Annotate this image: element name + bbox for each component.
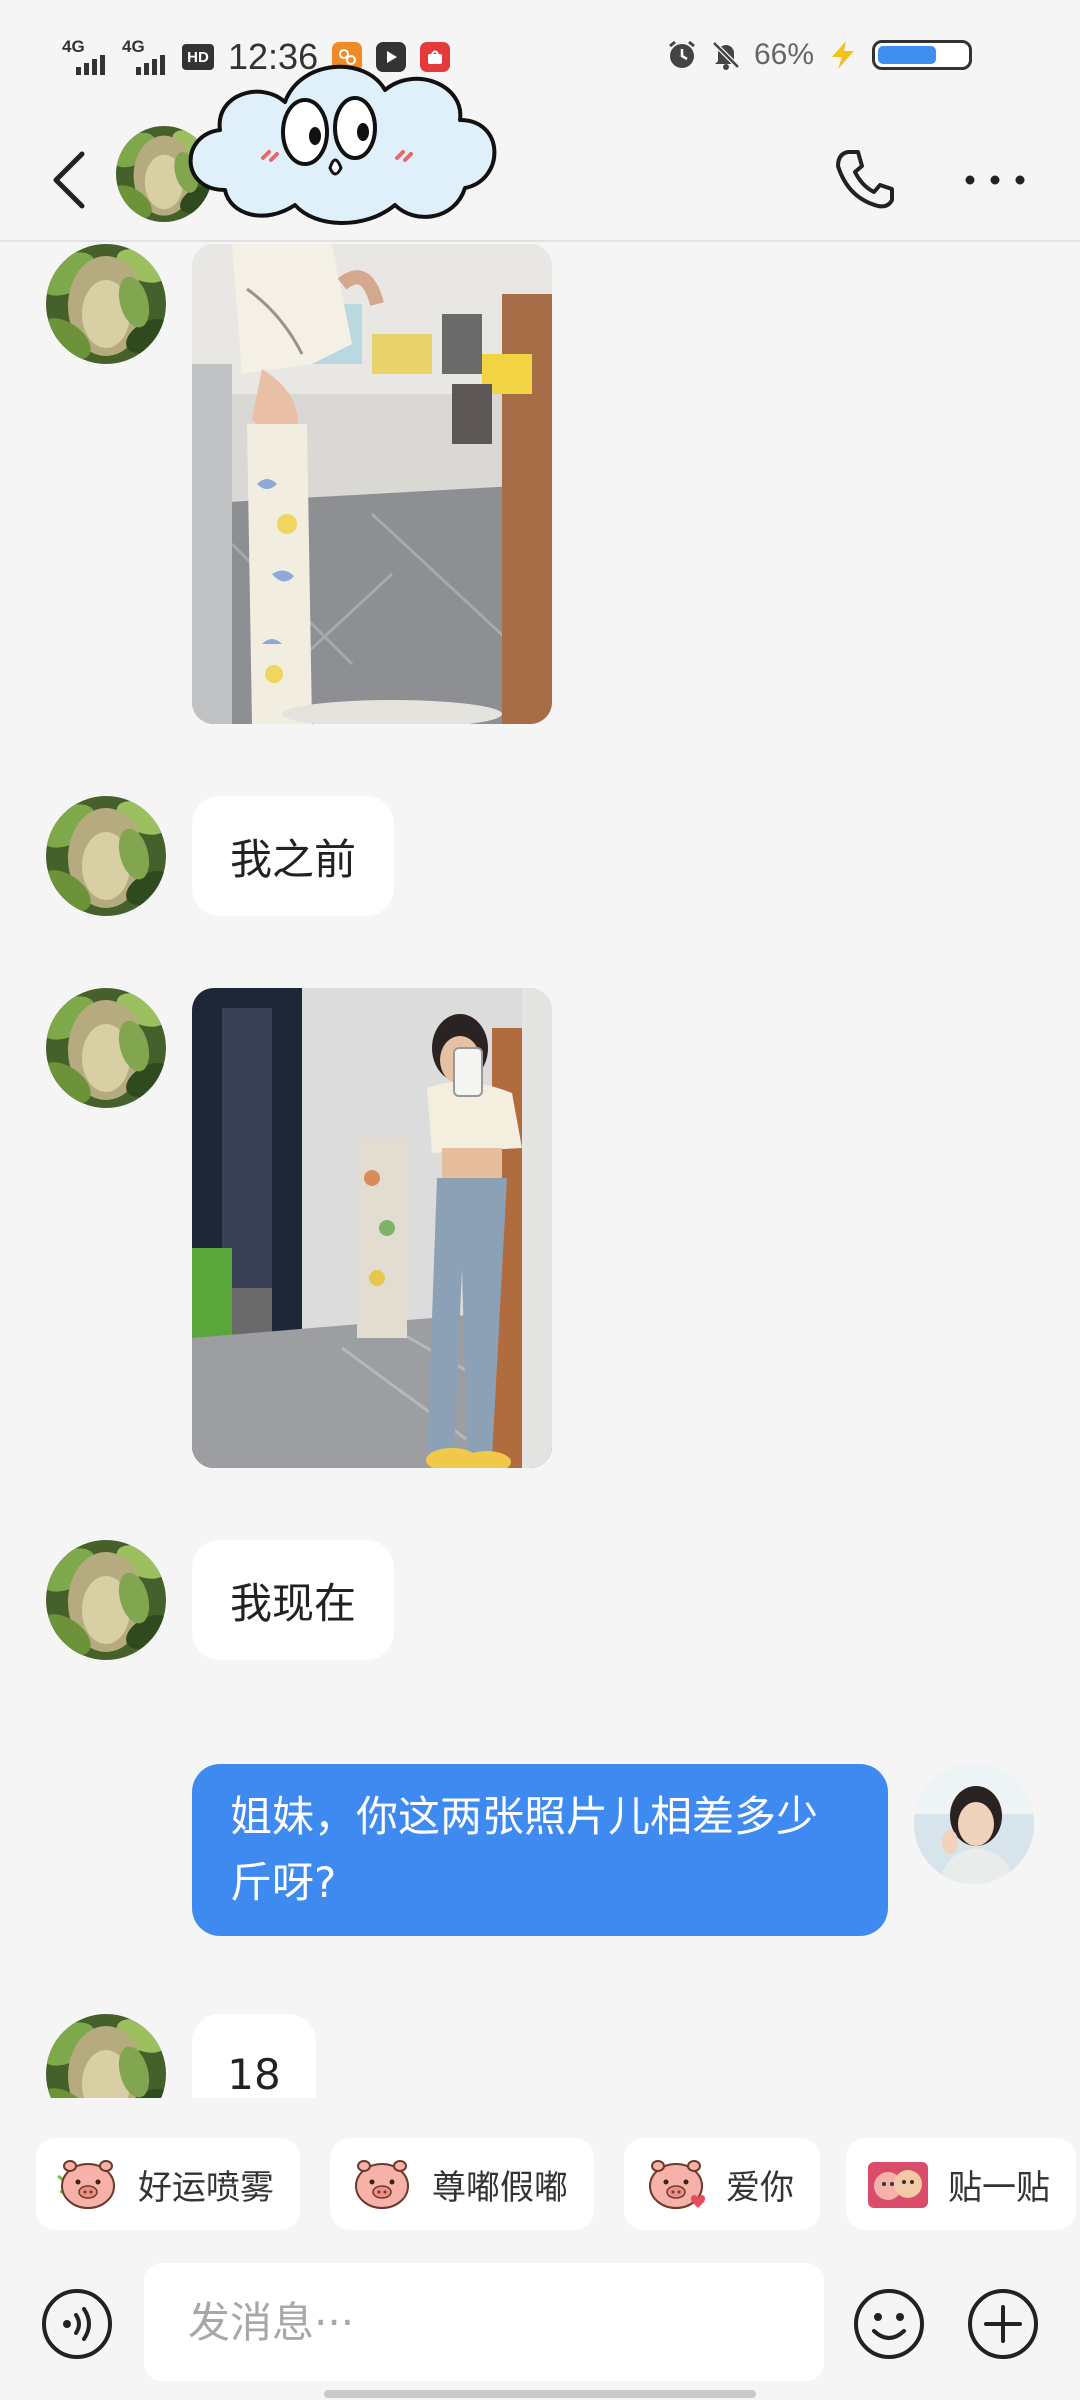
contact-avatar[interactable]	[46, 796, 166, 916]
network-type-1: 4G	[62, 37, 85, 56]
back-arrow-icon[interactable]	[40, 140, 100, 220]
contact-avatar[interactable]	[46, 988, 166, 1108]
quick-sticker-label: 爱你	[726, 2167, 794, 2208]
quick-sticker-lucky-spray[interactable]: 好运喷雾	[36, 2138, 300, 2230]
quick-sticker-label: 好运喷雾	[138, 2167, 274, 2208]
status-bar: 4G 4G HD 12:36 66%	[0, 0, 1080, 120]
really-pig-icon	[355, 2160, 409, 2209]
chat-header	[0, 64, 1080, 242]
quick-sticker-label: 尊嘟假嘟	[432, 2167, 568, 2208]
emoji-icon[interactable]	[852, 2287, 926, 2361]
input-bar	[0, 2263, 1080, 2400]
signal-icon: 4G	[122, 37, 168, 77]
cuddle-icon	[868, 2162, 928, 2208]
battery-icon	[872, 40, 972, 70]
more-icon[interactable]	[960, 160, 1030, 200]
belly-after-photo[interactable]	[192, 988, 552, 1468]
charging-icon	[832, 41, 854, 69]
belly-before-photo[interactable]	[192, 244, 552, 724]
network-type-2: 4G	[122, 37, 145, 56]
quick-sticker-love[interactable]: 爱你	[624, 2138, 820, 2230]
cloud-face-sticker	[188, 64, 497, 225]
alarm-icon	[669, 40, 695, 68]
my-avatar[interactable]	[914, 1764, 1034, 1884]
contact-avatar[interactable]	[46, 244, 166, 364]
quick-sticker-label: 贴一贴	[948, 2167, 1050, 2208]
quick-sticker-bar: 好运喷雾 尊嘟假嘟 爱你 贴一贴	[0, 2098, 1080, 2263]
love-pig-icon	[649, 2160, 706, 2209]
status-bar-right: 66%	[666, 38, 972, 72]
message-bubble-incoming[interactable]: 我现在	[192, 1540, 395, 1660]
message-input[interactable]	[144, 2263, 824, 2381]
quick-sticker-cuddle[interactable]: 贴一贴	[846, 2138, 1076, 2230]
message-bubble-outgoing[interactable]: 姐妹，你这两张照片儿相差多少斤呀?	[192, 1764, 888, 1936]
message-bubble-incoming[interactable]: 我之前	[192, 796, 395, 916]
mute-icon	[712, 41, 740, 70]
phone-icon[interactable]	[830, 144, 900, 214]
voice-icon[interactable]	[40, 2287, 114, 2361]
contact-avatar[interactable]	[46, 1540, 166, 1660]
battery-fill	[878, 46, 936, 64]
plus-icon[interactable]	[966, 2287, 1040, 2361]
battery-percent: 66%	[753, 38, 814, 71]
signal-icon: 4G	[62, 37, 108, 77]
lucky-spray-pig-icon	[57, 2160, 115, 2209]
quick-sticker-really[interactable]: 尊嘟假嘟	[330, 2138, 594, 2230]
home-indicator[interactable]	[324, 2390, 756, 2398]
